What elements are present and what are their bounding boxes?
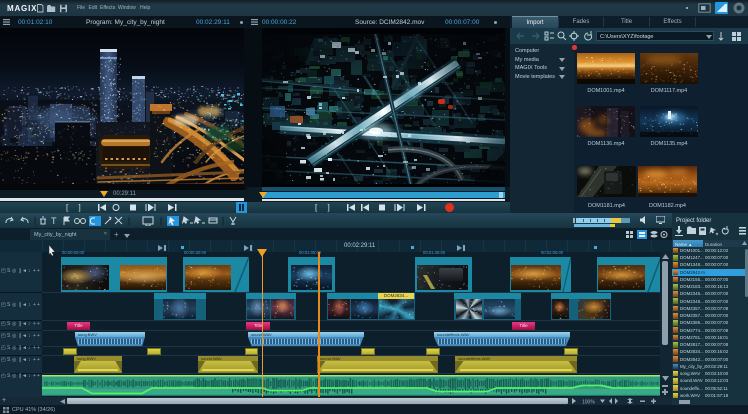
svg-text:↕: ↕ xyxy=(28,268,31,274)
svg-text:100%: 100% xyxy=(582,400,595,405)
svg-text:+: + xyxy=(37,268,40,274)
svg-text:◎: ◎ xyxy=(12,268,17,274)
svg-text:T: T xyxy=(51,216,57,226)
svg-text:◄: ◄ xyxy=(22,268,27,274)
svg-text:◰: ◰ xyxy=(1,268,6,274)
svg-text:S: S xyxy=(7,268,11,274)
svg-text:+: + xyxy=(33,268,36,274)
